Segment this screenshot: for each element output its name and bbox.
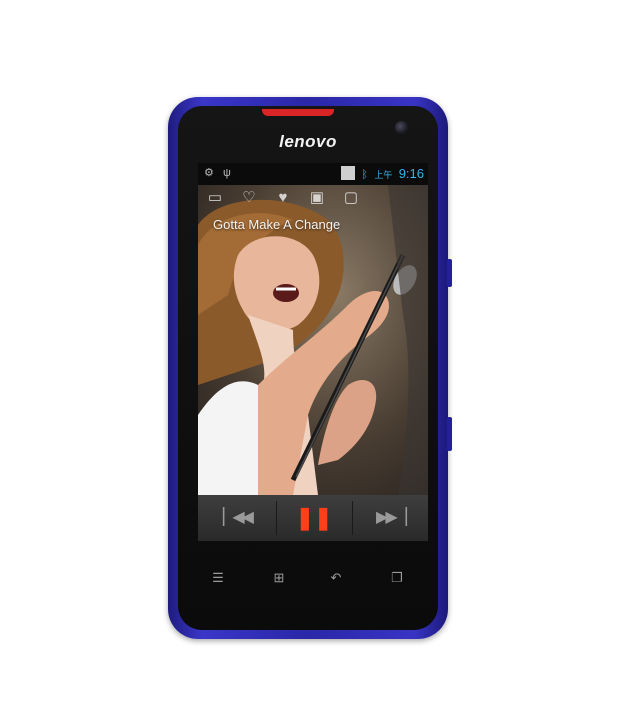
song-title: Gotta Make A Change <box>213 217 341 232</box>
player-action-bar: ▭ ♡ ♥ ▣ ▢ <box>198 185 428 213</box>
brand-logo: lenovo <box>279 132 337 151</box>
soft-keys: ☰ ⊞ ↶ ❐ <box>178 566 438 596</box>
bluetooth-icon: ᛒ <box>361 169 368 181</box>
album-icon[interactable]: ▣ <box>306 189 328 207</box>
earpiece-speaker <box>262 109 334 116</box>
phone-body: lenovo ⚙ ψ ᛒ 上午 9:16 ▭ ♡ ♥ ▣ ▢ Gotta Mak… <box>168 97 452 639</box>
status-ampm: 上午 <box>374 170 393 180</box>
recent-apps-icon[interactable]: ❐ <box>385 566 409 590</box>
status-time: 9:16 <box>398 166 424 181</box>
playlist-icon[interactable]: ▭ <box>204 189 226 207</box>
skip-next-icon[interactable]: ▶▶▕ <box>352 495 428 541</box>
favorite-icon[interactable]: ♡ <box>238 189 260 207</box>
back-icon[interactable]: ↶ <box>324 566 348 590</box>
status-bar: ⚙ ψ ᛒ 上午 9:16 <box>198 163 428 185</box>
album-thumbnail-icon <box>341 166 356 180</box>
power-button[interactable] <box>447 417 452 451</box>
playback-controls: ▏◀◀ ❚❚ ▶▶▕ <box>198 495 428 541</box>
phone-front: lenovo ⚙ ψ ᛒ 上午 9:16 ▭ ♡ ♥ ▣ ▢ Gotta Mak… <box>178 106 438 630</box>
home-icon[interactable]: ⊞ <box>267 566 291 590</box>
album-art: ▭ ♡ ♥ ▣ ▢ Gotta Make A Change <box>198 185 428 495</box>
volume-button[interactable] <box>447 259 452 287</box>
usb-debug-icon: ⚙ <box>204 167 214 179</box>
menu-icon[interactable]: ☰ <box>206 566 230 590</box>
skip-previous-icon[interactable]: ▏◀◀ <box>198 495 276 541</box>
lyrics-icon[interactable]: ▢ <box>340 189 362 207</box>
pause-icon[interactable]: ❚❚ <box>276 495 352 541</box>
phone-screen: ⚙ ψ ᛒ 上午 9:16 ▭ ♡ ♥ ▣ ▢ Gotta Make A Cha… <box>198 163 428 541</box>
usb-icon: ψ <box>222 167 231 179</box>
unfavorite-icon[interactable]: ♥ <box>272 189 294 207</box>
